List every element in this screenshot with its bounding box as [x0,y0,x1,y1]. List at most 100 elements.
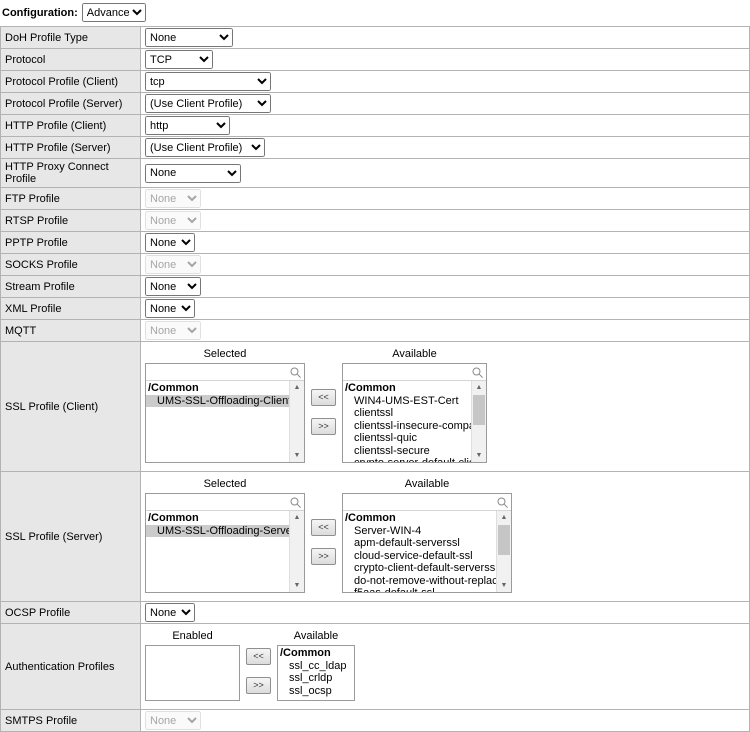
auth-enabled-header: Enabled [145,628,240,645]
http-profile-server-select[interactable]: (Use Client Profile) [145,138,265,157]
scroll-up-icon[interactable]: ▲ [472,381,486,394]
list-item[interactable]: ssl_cc_ldap [278,660,354,673]
scroll-thumb[interactable] [473,395,485,425]
row-socks-profile: SOCKS Profile None [1,254,749,276]
ssl-profile-server-label: SSL Profile (Server) [1,472,141,601]
scroll-track[interactable] [290,394,304,449]
list-item[interactable]: f5aas-default-ssl [343,587,496,592]
list-item[interactable]: clientssl-secure [343,445,471,458]
move-to-enabled-button[interactable]: << [246,648,271,665]
scrollbar[interactable]: ▲ ▼ [289,381,304,462]
mqtt-label: MQTT [1,320,141,341]
ssl-client-selected-listbox: /Common UMS-SSL-Offloading-Client-Profil… [145,363,305,463]
list-item[interactable]: UMS-SSL-Offloading-Client-Profile [146,395,289,408]
ssl-server-available-header: Available [342,476,512,493]
move-to-available-button[interactable]: >> [246,677,271,694]
partition-group-label: /Common [146,512,289,525]
row-mqtt: MQTT None [1,320,749,342]
scrollbar[interactable]: ▲ ▼ [471,381,486,462]
protocol-profile-client-select[interactable]: tcp [145,72,271,91]
scroll-up-icon[interactable]: ▲ [497,511,511,524]
ssl-client-available-listbox: /Common WIN4-UMS-EST-Cert clientssl clie… [342,363,487,463]
socks-profile-label: SOCKS Profile [1,254,141,275]
row-rtsp-profile: RTSP Profile None [1,210,749,232]
ssl-server-selected-search-input[interactable] [148,495,289,509]
move-to-available-button[interactable]: >> [311,548,336,565]
pptp-profile-select[interactable]: None [145,233,195,252]
partition-group-label: /Common [146,382,289,395]
scroll-track[interactable] [472,394,486,449]
list-item[interactable]: apm-default-serverssl [343,537,496,550]
search-icon [496,496,509,509]
scroll-thumb[interactable] [498,525,510,555]
row-protocol-profile-client: Protocol Profile (Client) tcp [1,71,749,93]
auth-enabled-listbox[interactable] [145,645,240,701]
ssl-client-selected-search-input[interactable] [148,365,289,379]
doh-profile-type-label: DoH Profile Type [1,27,141,48]
list-item[interactable]: clientssl [343,407,471,420]
ssl-server-selected-listbox: /Common UMS-SSL-Offloading-Server-Profil… [145,493,305,593]
scrollbar[interactable]: ▲ ▼ [289,511,304,592]
xml-profile-label: XML Profile [1,298,141,319]
smtps-profile-label: SMTPS Profile [1,710,141,731]
scroll-track[interactable] [497,524,511,579]
list-item[interactable]: ssl_ocsp [278,685,354,698]
ssl-client-selected-header: Selected [145,346,305,363]
row-pptp-profile: PPTP Profile None [1,232,749,254]
list-item[interactable]: UMS-SSL-Offloading-Server-Profile [146,525,289,538]
ssl-server-move-buttons: << >> [311,519,336,565]
http-profile-client-select[interactable]: http [145,116,230,135]
partition-group-label: /Common [278,647,354,660]
http-proxy-connect-profile-select[interactable]: None [145,164,241,183]
row-protocol: Protocol TCP [1,49,749,71]
scroll-track[interactable] [290,524,304,579]
row-authentication-profiles: Authentication Profiles Enabled << >> Av… [1,624,749,710]
ssl-client-selected-list: /Common UMS-SSL-Offloading-Client-Profil… [146,381,289,462]
rtsp-profile-label: RTSP Profile [1,210,141,231]
scroll-down-icon[interactable]: ▼ [497,579,511,592]
scroll-down-icon[interactable]: ▼ [290,449,304,462]
doh-profile-type-select[interactable]: None [145,28,233,47]
row-ftp-profile: FTP Profile None [1,188,749,210]
ssl-server-selected-search-row [146,494,304,511]
scroll-down-icon[interactable]: ▼ [290,579,304,592]
ssl-server-available-search-input[interactable] [345,495,496,509]
xml-profile-select[interactable]: None [145,299,195,318]
list-item[interactable]: crypto-client-default-serverssl [343,562,496,575]
search-icon [289,366,302,379]
scrollbar[interactable]: ▲ ▼ [496,511,511,592]
protocol-profile-server-select[interactable]: (Use Client Profile) [145,94,271,113]
stream-profile-select[interactable]: None [145,277,201,296]
auth-available-header: Available [277,628,355,645]
row-smtps-profile: SMTPS Profile None [1,710,749,732]
list-item[interactable]: WIN4-UMS-EST-Cert [343,395,471,408]
http-profile-server-label: HTTP Profile (Server) [1,137,141,158]
list-item[interactable]: crypto-server-default-clientssl [343,457,471,462]
move-to-selected-button[interactable]: << [311,389,336,406]
protocol-select[interactable]: TCP [145,50,213,69]
list-item[interactable]: Server-WIN-4 [343,525,496,538]
ssl-client-available-search-input[interactable] [345,365,471,379]
move-to-available-button[interactable]: >> [311,418,336,435]
auth-move-buttons: << >> [246,648,271,694]
ssl-profile-client-label: SSL Profile (Client) [1,342,141,471]
list-item[interactable]: do-not-remove-without-replacement [343,575,496,588]
stream-profile-label: Stream Profile [1,276,141,297]
row-http-profile-server: HTTP Profile (Server) (Use Client Profil… [1,137,749,159]
list-item[interactable]: cloud-service-default-ssl [343,550,496,563]
scroll-up-icon[interactable]: ▲ [290,511,304,524]
pptp-profile-label: PPTP Profile [1,232,141,253]
move-to-selected-button[interactable]: << [311,519,336,536]
search-icon [289,496,302,509]
configuration-select[interactable]: Advanced [82,3,146,22]
auth-available-listbox: /Common ssl_cc_ldap ssl_crldp ssl_ocsp [277,645,355,701]
list-item[interactable]: clientssl-insecure-compatible [343,420,471,433]
row-ocsp-profile: OCSP Profile None [1,602,749,624]
list-item[interactable]: ssl_crldp [278,672,354,685]
ssl-client-available-list: /Common WIN4-UMS-EST-Cert clientssl clie… [343,381,471,462]
list-item[interactable]: clientssl-quic [343,432,471,445]
row-protocol-profile-server: Protocol Profile (Server) (Use Client Pr… [1,93,749,115]
scroll-down-icon[interactable]: ▼ [472,449,486,462]
scroll-up-icon[interactable]: ▲ [290,381,304,394]
ocsp-profile-select[interactable]: None [145,603,195,622]
